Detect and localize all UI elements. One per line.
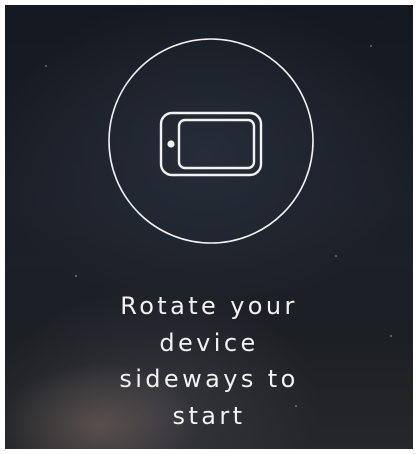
rotate-device-badge bbox=[107, 37, 315, 245]
star bbox=[370, 45, 372, 47]
phone-landscape-icon bbox=[159, 111, 263, 177]
rotate-device-screen: Rotate your device sideways to start bbox=[5, 5, 413, 449]
star bbox=[335, 255, 337, 257]
star bbox=[45, 65, 47, 67]
rotate-instruction-text: Rotate your device sideways to start bbox=[119, 292, 299, 430]
rotate-device-icon bbox=[108, 38, 314, 244]
star bbox=[75, 275, 77, 277]
